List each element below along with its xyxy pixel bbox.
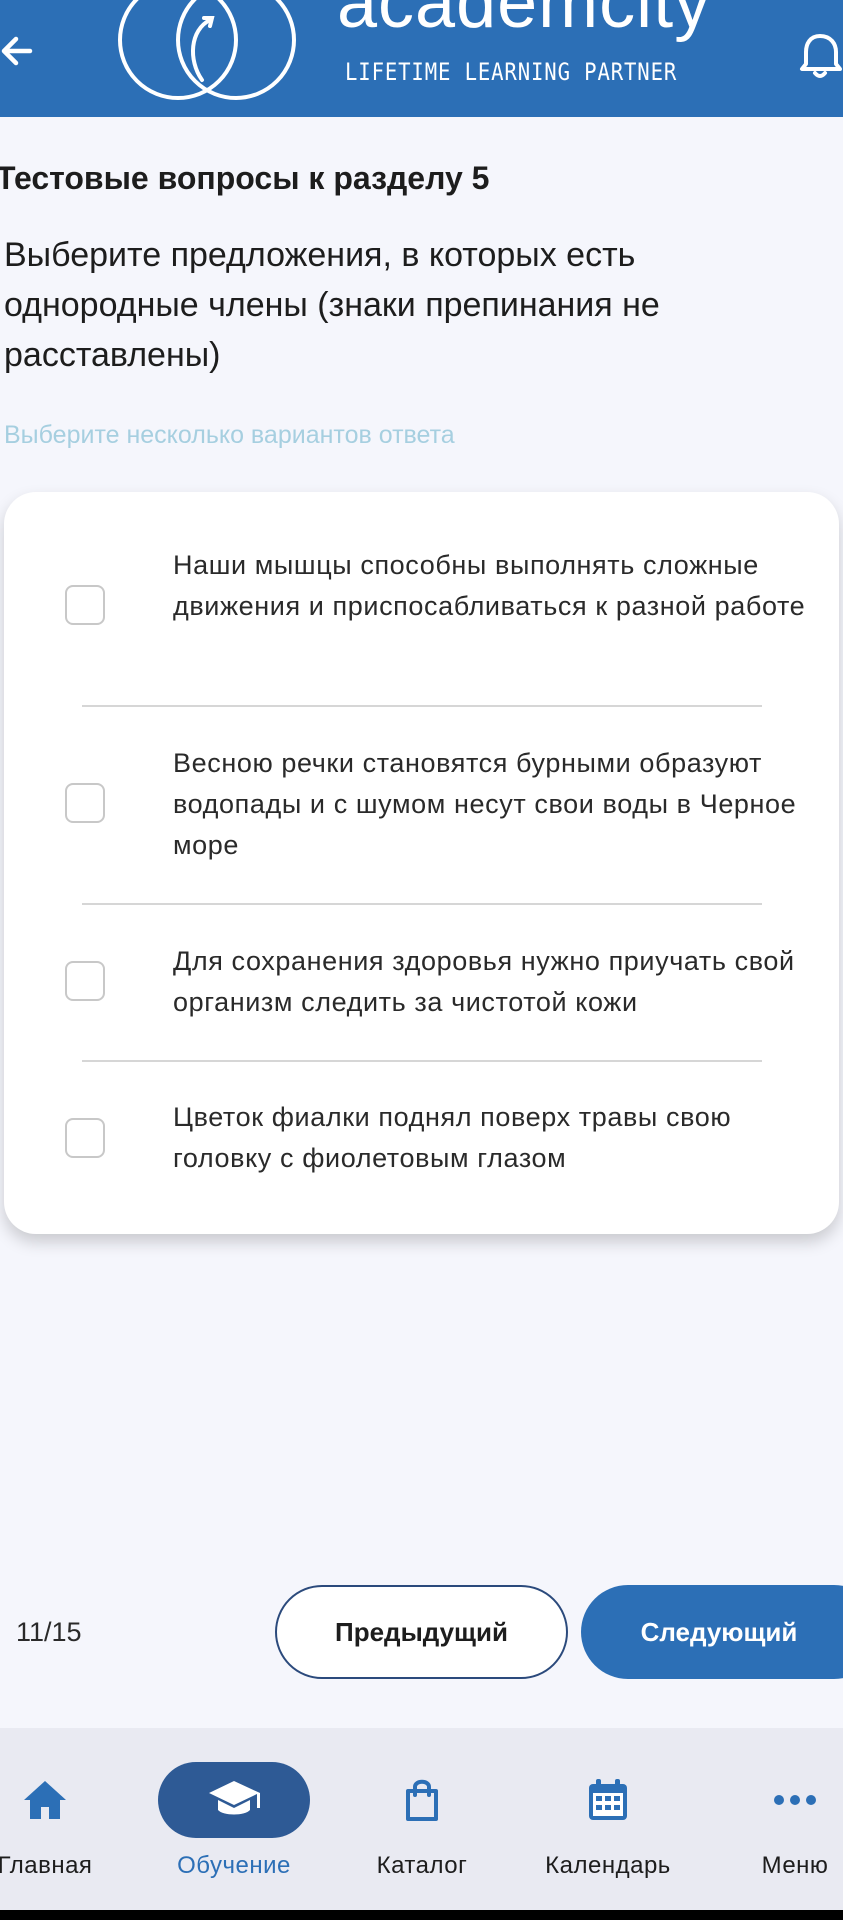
brand-name: academcity [337, 0, 712, 43]
bottom-navigation: Главная Обучение Каталог Календарь Меню [0, 1728, 843, 1910]
nav-item-menu[interactable]: Меню [735, 1728, 843, 1910]
nav-label: Меню [761, 1852, 829, 1879]
system-bar [0, 1910, 843, 1920]
question-text: Выберите предложения, в которых есть одн… [4, 236, 660, 374]
nav-item-home[interactable]: Главная [0, 1728, 110, 1910]
nav-icon-container [532, 1762, 684, 1838]
next-button[interactable]: Следующий [581, 1585, 843, 1679]
option-checkbox[interactable] [65, 585, 105, 625]
calendar-icon [589, 1779, 627, 1820]
back-button[interactable] [0, 28, 40, 74]
brand-tagline: LIFETIME LEARNING PARTNER [345, 58, 678, 86]
academcity-logo [118, 0, 296, 100]
divider [82, 705, 762, 707]
option-checkbox[interactable] [65, 1118, 105, 1158]
answer-options-card: Наши мышцы способны выполнять сложные дв… [4, 492, 839, 1234]
arrow-left-icon [1, 36, 33, 66]
nav-item-learning[interactable]: Обучение [158, 1728, 310, 1910]
answer-hint: Выберите несколько вариантов ответа [4, 421, 455, 449]
more-horizontal-icon [774, 1795, 816, 1805]
bell-icon [800, 34, 842, 78]
option-checkbox[interactable] [65, 961, 105, 1001]
option-text: Для сохранения здоровья нужно приучать с… [173, 946, 795, 1017]
section-title: Тестовые вопросы к разделу 5 [0, 160, 490, 196]
previous-button[interactable]: Предыдущий [275, 1585, 568, 1679]
nav-item-catalog[interactable]: Каталог [352, 1728, 492, 1910]
notifications-button[interactable] [798, 22, 843, 82]
nav-item-calendar[interactable]: Календарь [528, 1728, 688, 1910]
shopping-bag-icon [406, 1779, 438, 1821]
nav-label: Каталог [376, 1852, 468, 1879]
graduation-cap-icon [209, 1781, 260, 1815]
nav-icon-container [158, 1762, 310, 1838]
home-icon [24, 1781, 66, 1819]
nav-icon-container [0, 1762, 121, 1838]
option-text: Наши мышцы способны выполнять сложные дв… [173, 550, 806, 621]
option-text: Весною речки становятся бурными образуют… [173, 748, 797, 860]
option-text: Цветок фиалки поднял поверх травы свою г… [173, 1102, 732, 1173]
divider [82, 1060, 762, 1062]
app-header: academcity LIFETIME LEARNING PARTNER [0, 0, 843, 117]
nav-label: Календарь [545, 1852, 671, 1879]
divider [82, 903, 762, 905]
nav-icon-container [719, 1762, 843, 1838]
question-counter: 11/15 [16, 1617, 82, 1647]
option-checkbox[interactable] [65, 783, 105, 823]
nav-label: Обучение [177, 1852, 291, 1879]
nav-label: Главная [0, 1852, 93, 1879]
nav-icon-container [346, 1762, 498, 1838]
